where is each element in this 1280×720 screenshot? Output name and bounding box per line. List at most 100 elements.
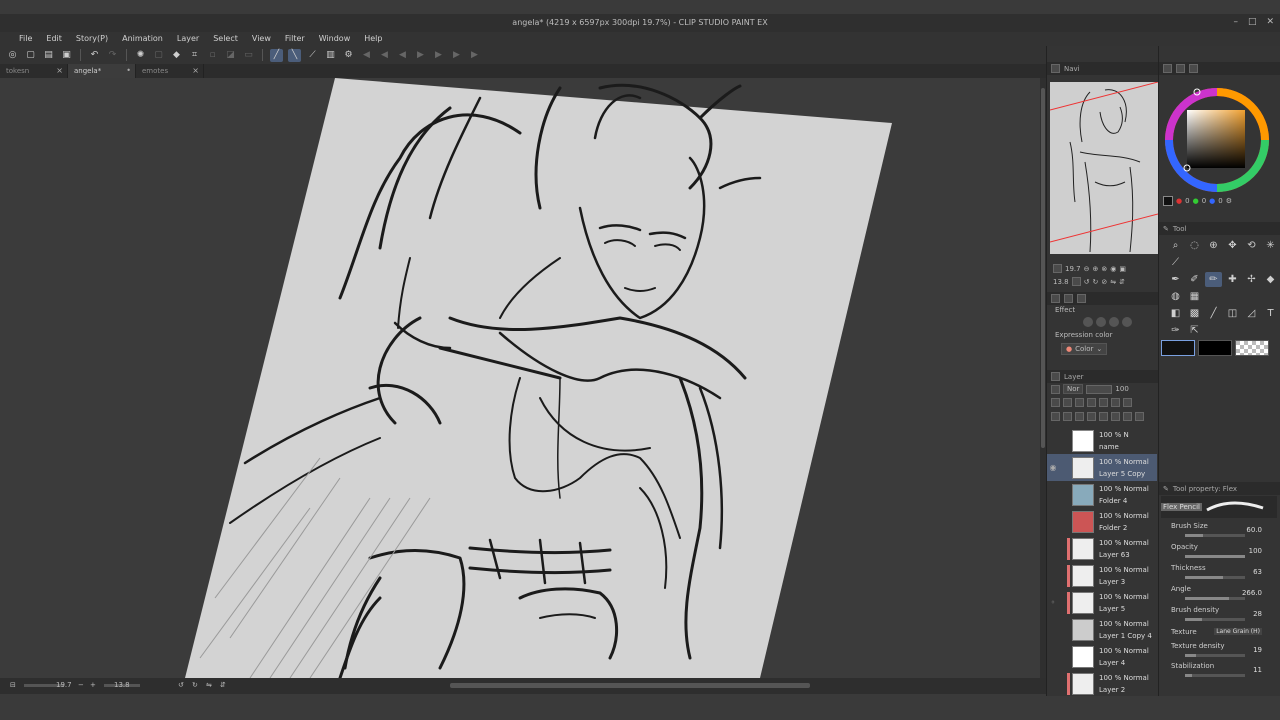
trash-icon[interactable] bbox=[1135, 412, 1144, 421]
effect-tone-icon[interactable] bbox=[1122, 317, 1132, 327]
rotate-right-icon[interactable]: ↻ bbox=[1092, 278, 1098, 286]
lock-transparency-icon[interactable] bbox=[1099, 398, 1108, 407]
frame-prev-icon[interactable]: ◀ bbox=[378, 49, 391, 62]
clip-layer-icon[interactable] bbox=[1051, 398, 1060, 407]
fit-window-icon[interactable]: ▣ bbox=[1119, 265, 1126, 273]
redo-icon[interactable]: ↷ bbox=[106, 49, 119, 62]
canvas-area[interactable] bbox=[0, 78, 1040, 678]
zoom-in-icon[interactable]: + bbox=[90, 681, 96, 689]
zoom-slider-icon[interactable]: ⊟ bbox=[10, 681, 16, 689]
blend-mode-dropdown[interactable]: Nor bbox=[1063, 384, 1084, 394]
effect-watercolor-icon[interactable] bbox=[1109, 317, 1119, 327]
frame-tool-icon[interactable]: ◫ bbox=[1224, 306, 1241, 321]
stabilization-value[interactable]: 11 bbox=[1253, 666, 1262, 674]
layer-tab[interactable]: Layer bbox=[1064, 373, 1084, 381]
angle-value[interactable]: 266.0 bbox=[1242, 589, 1262, 597]
close-icon[interactable]: × bbox=[56, 64, 63, 78]
layer-row[interactable]: 100 % Normal Folder 4 bbox=[1047, 481, 1157, 508]
zoom-slider-icon[interactable] bbox=[1053, 264, 1062, 273]
frame-next-icon[interactable]: ▶ bbox=[432, 49, 445, 62]
correct-line-tool-icon[interactable]: ⇱ bbox=[1186, 323, 1203, 338]
draft-layer-icon[interactable] bbox=[1075, 398, 1084, 407]
panel-menu-icon[interactable] bbox=[1051, 372, 1060, 381]
clear-icon[interactable]: ▢ bbox=[152, 49, 165, 62]
panel-menu-icon[interactable] bbox=[1051, 294, 1060, 303]
flip-icon[interactable]: ▥ bbox=[324, 49, 337, 62]
ruler-icon[interactable] bbox=[1123, 398, 1132, 407]
zoom-out-icon[interactable]: − bbox=[78, 681, 84, 689]
actual-size-icon[interactable]: ◉ bbox=[1110, 265, 1116, 273]
apply-mask-icon[interactable] bbox=[1123, 412, 1132, 421]
save-icon[interactable]: ▣ bbox=[60, 49, 73, 62]
minimize-button[interactable]: – bbox=[1233, 17, 1238, 27]
rotate-right-icon[interactable]: ↻ bbox=[192, 681, 198, 689]
airbrush-tool-icon[interactable]: ✚ bbox=[1224, 272, 1241, 287]
new-vector-layer-icon[interactable] bbox=[1063, 412, 1072, 421]
magic-wand-icon[interactable]: ✳ bbox=[1262, 238, 1279, 253]
rotation-slider[interactable] bbox=[1071, 277, 1081, 286]
texture-dropdown[interactable]: Lane Grain (H) bbox=[1214, 628, 1262, 635]
flip-horizontal-icon[interactable]: ⇋ bbox=[206, 681, 212, 689]
zoom-in-icon[interactable]: ⊕ bbox=[1092, 265, 1098, 273]
panel-tab-icon[interactable] bbox=[1064, 294, 1073, 303]
undo-icon[interactable]: ↶ bbox=[88, 49, 101, 62]
brush-density-value[interactable]: 28 bbox=[1253, 610, 1262, 618]
layer-row[interactable]: ◦ 100 % Normal Layer 5 bbox=[1047, 589, 1157, 616]
flip-vertical-icon[interactable]: ⇵ bbox=[220, 681, 226, 689]
opacity-slider[interactable] bbox=[1185, 555, 1245, 558]
layer-property-icon[interactable] bbox=[1051, 384, 1060, 394]
opacity-slider[interactable] bbox=[1086, 384, 1113, 394]
menu-edit[interactable]: Edit bbox=[39, 32, 69, 46]
settings-icon[interactable]: ⚙ bbox=[342, 49, 355, 62]
layer-row[interactable]: 100 % N name bbox=[1047, 427, 1157, 454]
close-icon[interactable]: • bbox=[126, 64, 131, 78]
new-file-icon[interactable]: ▢ bbox=[24, 49, 37, 62]
frame-play-icon[interactable]: ▶ bbox=[414, 49, 427, 62]
color-settings-icon[interactable]: ⚙ bbox=[1226, 197, 1232, 205]
expression-color-dropdown[interactable]: ● Color ⌄ bbox=[1061, 343, 1108, 355]
effect-border-icon[interactable] bbox=[1096, 317, 1106, 327]
move-tool-icon[interactable]: ✥ bbox=[1224, 238, 1241, 253]
fill-icon[interactable]: ◆ bbox=[170, 49, 183, 62]
tab-angela[interactable]: angela* • bbox=[68, 64, 136, 78]
invert-selection-icon[interactable]: ◪ bbox=[224, 49, 237, 62]
thickness-slider[interactable] bbox=[1185, 576, 1245, 579]
lasso-tool-icon[interactable]: ◌ bbox=[1186, 238, 1203, 253]
opacity-value[interactable]: 100 bbox=[1249, 547, 1262, 555]
navigator-tab[interactable]: Navi bbox=[1064, 65, 1080, 73]
eraser-tool-icon[interactable]: ◆ bbox=[1262, 272, 1279, 287]
tab-emotes[interactable]: emotes × bbox=[136, 64, 204, 78]
flip-horizontal-icon[interactable]: ⇋ bbox=[1110, 278, 1116, 286]
reset-rotation-icon[interactable]: ⊘ bbox=[1101, 278, 1107, 286]
maximize-button[interactable]: □ bbox=[1248, 17, 1257, 27]
balloon-tool-icon[interactable]: ✑ bbox=[1167, 323, 1184, 338]
grid-tool-icon[interactable]: ▦ bbox=[1186, 289, 1203, 304]
fill-tool-icon[interactable]: ◧ bbox=[1167, 306, 1184, 321]
tool-tab[interactable]: Tool bbox=[1173, 225, 1187, 233]
layer-mask-icon[interactable] bbox=[1111, 412, 1120, 421]
snap-grid-icon[interactable]: ⟋ bbox=[306, 49, 319, 62]
snap-ruler-icon[interactable]: ╱ bbox=[270, 48, 283, 62]
select-tool-icon[interactable]: ⊕ bbox=[1205, 238, 1222, 253]
brush-size-value[interactable]: 60.0 bbox=[1246, 526, 1262, 534]
snap-special-ruler-icon[interactable]: ╲ bbox=[288, 48, 301, 62]
texture-density-slider[interactable] bbox=[1185, 654, 1245, 657]
texture-density-value[interactable]: 19 bbox=[1253, 646, 1262, 654]
menu-view[interactable]: View bbox=[245, 32, 278, 46]
brush-density-slider[interactable] bbox=[1185, 618, 1245, 621]
zoom-out-icon[interactable]: ⊖ bbox=[1084, 265, 1090, 273]
layer-row[interactable]: 100 % Normal Folder 2 bbox=[1047, 508, 1157, 535]
figure-tool-icon[interactable]: ╱ bbox=[1205, 306, 1222, 321]
sub-color-box[interactable] bbox=[1198, 340, 1232, 356]
frame-first-icon[interactable]: ◀ bbox=[360, 49, 373, 62]
main-color-box[interactable] bbox=[1161, 340, 1195, 356]
text-tool-icon[interactable]: T bbox=[1262, 306, 1279, 321]
mask-icon[interactable] bbox=[1111, 398, 1120, 407]
pen-icon[interactable]: ✎ bbox=[1163, 225, 1169, 233]
close-button[interactable]: ✕ bbox=[1266, 17, 1274, 27]
navigator-preview[interactable] bbox=[1050, 82, 1158, 254]
pencil-icon[interactable]: ✎ bbox=[1163, 485, 1169, 493]
thickness-value[interactable]: 63 bbox=[1253, 568, 1262, 576]
crop-icon[interactable]: ▭ bbox=[242, 49, 255, 62]
transfer-down-icon[interactable] bbox=[1087, 412, 1096, 421]
